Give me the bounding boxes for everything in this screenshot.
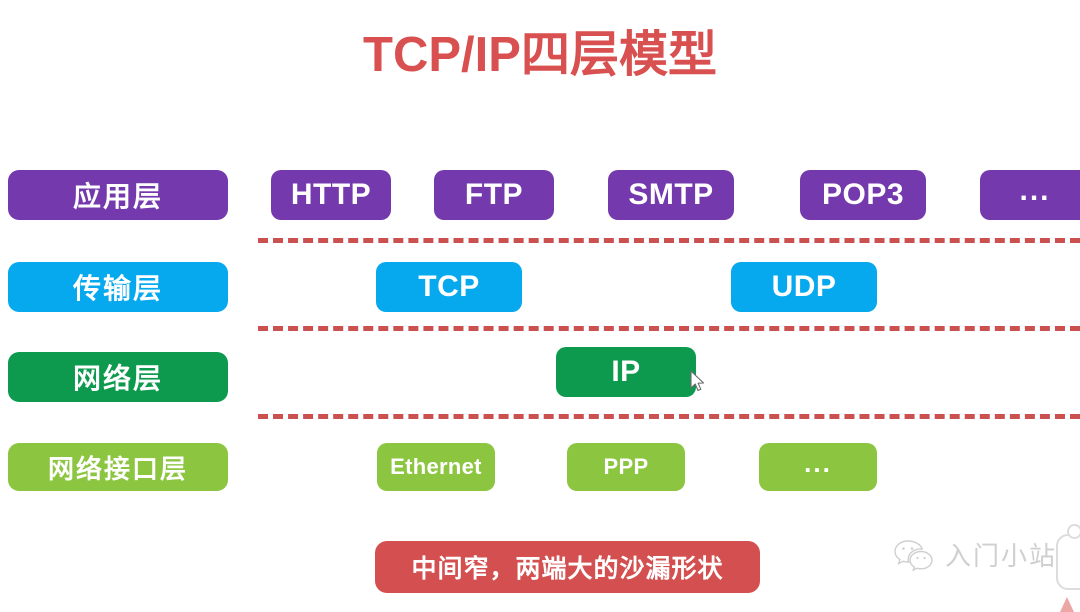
edge-pointer-triangle bbox=[1060, 597, 1074, 612]
edge-panel bbox=[1056, 534, 1080, 590]
protocol-label-ethernet: Ethernet bbox=[390, 454, 482, 479]
layer-label-network-interface-text: 网络接口层 bbox=[47, 453, 188, 484]
protocol-label-ppp: PPP bbox=[603, 454, 649, 479]
mouse-cursor bbox=[690, 370, 706, 394]
protocol-box-pop3: POP3 bbox=[800, 170, 926, 220]
protocol-box-ftp: FTP bbox=[434, 170, 554, 220]
layer-label-transport-text: 传输层 bbox=[72, 273, 163, 304]
diagram-canvas: TCP/IP四层模型 应用层 HTTP FTP SMTP POP3 ... 传输… bbox=[0, 0, 1080, 612]
protocol-label-ip: IP bbox=[611, 355, 641, 388]
protocol-box-application-more: ... bbox=[980, 170, 1080, 220]
separator-transport-network bbox=[258, 326, 1080, 331]
protocol-box-http: HTTP bbox=[271, 170, 391, 220]
wechat-icon bbox=[893, 539, 935, 571]
watermark-text: 入门小站 bbox=[945, 541, 1058, 571]
protocol-box-ethernet: Ethernet bbox=[377, 443, 495, 491]
protocol-box-udp: UDP bbox=[731, 262, 877, 312]
edge-panel-dot bbox=[1067, 524, 1080, 539]
caption-banner: 中间窄，两端大的沙漏形状 bbox=[375, 541, 760, 593]
protocol-box-interface-more: ... bbox=[759, 443, 877, 491]
protocol-label-ftp: FTP bbox=[464, 178, 524, 211]
protocol-box-ip: IP bbox=[556, 347, 696, 397]
layer-label-network-interface: 网络接口层 bbox=[8, 443, 228, 491]
protocol-box-ppp: PPP bbox=[567, 443, 685, 491]
protocol-label-application-more: ... bbox=[1019, 174, 1051, 207]
layer-label-network: 网络层 bbox=[8, 352, 228, 402]
protocol-label-http: HTTP bbox=[290, 178, 372, 211]
separator-application-transport bbox=[258, 238, 1080, 243]
layer-label-application-text: 应用层 bbox=[72, 181, 163, 212]
protocol-label-tcp: TCP bbox=[418, 270, 480, 303]
layer-label-application: 应用层 bbox=[8, 170, 228, 220]
protocol-label-interface-more: ... bbox=[804, 447, 832, 478]
protocol-label-pop3: POP3 bbox=[821, 178, 905, 211]
separator-network-interface bbox=[258, 414, 1080, 419]
protocol-label-udp: UDP bbox=[771, 270, 837, 303]
watermark: 入门小站 bbox=[893, 536, 1057, 573]
protocol-box-tcp: TCP bbox=[376, 262, 522, 312]
protocol-box-smtp: SMTP bbox=[608, 170, 734, 220]
caption-text: 中间窄，两端大的沙漏形状 bbox=[411, 555, 724, 583]
layer-label-network-text: 网络层 bbox=[72, 363, 163, 394]
protocol-label-smtp: SMTP bbox=[628, 178, 714, 211]
layer-label-transport: 传输层 bbox=[8, 262, 228, 312]
page-title: TCP/IP四层模型 bbox=[363, 28, 717, 82]
